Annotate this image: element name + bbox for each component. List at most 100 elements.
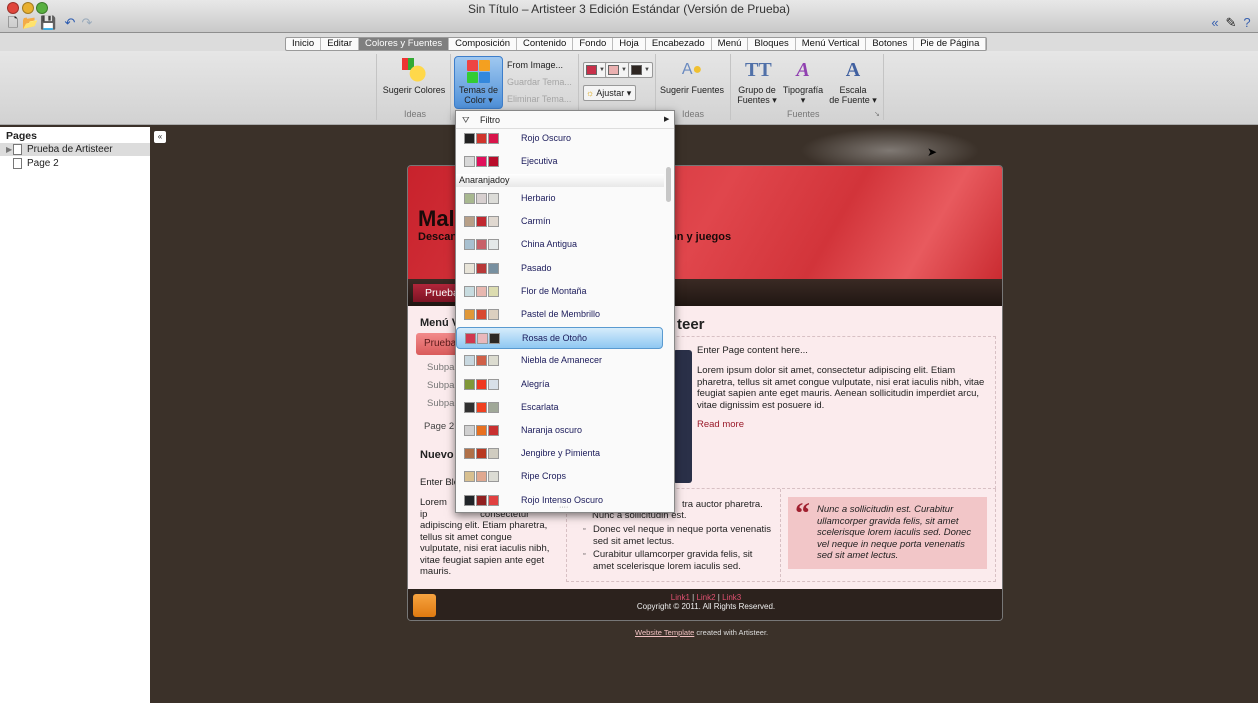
temas-de-color-button[interactable]: Temas de Color ▾ (454, 56, 503, 109)
group-label-ideas-2: Ideas (682, 109, 705, 119)
save-icon[interactable]: 💾 (40, 16, 56, 30)
theme-item[interactable]: Carmín (456, 211, 664, 233)
suggest-colors-icon (402, 58, 426, 82)
page-item-page-2[interactable]: Page 2 (0, 157, 150, 170)
tab-menú[interactable]: Menú (712, 38, 749, 50)
site-footer: Link1 | Link2 | Link3 Copyright © 2011. … (408, 589, 1002, 620)
scrollbar[interactable] (666, 167, 671, 202)
dialog-launcher-icon[interactable]: ↘ (874, 110, 880, 118)
theme-name: Escarlata (521, 401, 559, 412)
theme-item[interactable]: Niebla de Amanecer (456, 350, 664, 372)
collapse-ribbon-icon[interactable]: « (1208, 16, 1222, 30)
theme-name: Pastel de Membrillo (521, 309, 601, 319)
submenu-arrow-icon: ▶ (664, 116, 670, 123)
grupo-de-fuentes-button[interactable]: TT Grupo de Fuentes ▾ (735, 58, 779, 105)
theme-item[interactable]: Escarlata (456, 397, 664, 419)
sugerir-colores-button[interactable]: Sugerir Colores (381, 58, 447, 95)
swatch (488, 471, 499, 483)
collapse-panel-button[interactable]: « (154, 131, 166, 143)
theme-name: Rosas de Otoño (522, 333, 588, 344)
website-template-link[interactable]: Website Template (635, 628, 694, 637)
filter-icon: ⛛ (462, 115, 470, 125)
escala-de-fuente-button[interactable]: A Escala de Fuente ▾ (827, 58, 879, 105)
theme-name: Pasado (521, 262, 552, 273)
theme-item[interactable]: Rosas de Otoño (456, 327, 663, 350)
swatch (476, 239, 487, 251)
swatch (476, 156, 487, 167)
tab-pie-de-página[interactable]: Pie de Página (914, 38, 987, 50)
swatch (476, 309, 487, 320)
page-icon (13, 158, 22, 169)
ajustar-button[interactable]: ☼ Ajustar ▾ (583, 85, 636, 101)
swatch (464, 471, 475, 483)
tab-bloques[interactable]: Bloques (748, 38, 796, 50)
read-more-link[interactable]: Read more (697, 419, 744, 431)
swatch (476, 133, 487, 144)
undo-icon[interactable]: ↶ (63, 16, 77, 30)
theme-item[interactable]: Flor de Montaña (456, 281, 664, 303)
quote-icon: “ (795, 497, 810, 530)
page-icon (13, 144, 22, 155)
color-3-picker[interactable]: ▼ (628, 62, 653, 78)
swatch (488, 355, 499, 367)
pages-panel: Pages ▶ Prueba de Artisteer Page 2 (0, 127, 150, 703)
color-themes-dropdown: ⛛ Filtro ▶ Anaranjadoy ···· Rojo Oscuro E… (455, 110, 675, 513)
tab-fondo[interactable]: Fondo (573, 38, 614, 50)
tipografia-button[interactable]: A Tipografía ▾ (780, 58, 826, 105)
help-icon[interactable]: ? (1240, 16, 1254, 30)
page-item-prueba[interactable]: ▶ Prueba de Artisteer (0, 143, 150, 156)
footer-link-3[interactable]: Link3 (722, 593, 741, 602)
footer-link-1[interactable]: Link1 (671, 593, 690, 602)
swatch (488, 156, 499, 167)
color-2-picker[interactable]: ▼ (605, 62, 630, 78)
theme-item[interactable]: Rojo Intenso Oscuro (456, 490, 664, 512)
swatch (464, 285, 475, 297)
theme-item[interactable]: Alegría (456, 374, 664, 396)
swatch (488, 309, 499, 320)
theme-swatches (464, 425, 499, 436)
sugerir-fuentes-button[interactable]: A● Sugerir Fuentes (659, 58, 725, 95)
tab-colores-y-fuentes[interactable]: Colores y Fuentes (359, 38, 450, 50)
theme-item[interactable]: Jengibre y Pimienta (456, 443, 664, 465)
tab-composición[interactable]: Composición (449, 38, 518, 50)
tab-menú-vertical[interactable]: Menú Vertical (796, 38, 867, 50)
guardar-tema-button[interactable]: Guardar Tema... (507, 74, 572, 91)
filter-menu[interactable]: ⛛ Filtro ▶ (456, 111, 674, 129)
eliminar-tema-button[interactable]: Eliminar Tema... (507, 91, 571, 108)
theme-item[interactable]: Pasado (456, 258, 664, 280)
new-file-icon[interactable]: 🗋 (6, 16, 20, 30)
theme-swatches (464, 133, 499, 144)
swatch (464, 216, 475, 228)
sun-icon: ☼ (586, 88, 595, 98)
mouse-cursor-icon: ➤ (927, 145, 938, 159)
expand-arrow-icon[interactable]: ▶ (6, 143, 12, 156)
group-label-ideas: Ideas (404, 109, 427, 119)
swatch (464, 239, 475, 251)
theme-name: Rojo Oscuro (521, 133, 572, 143)
tab-encabezado[interactable]: Encabezado (646, 38, 712, 50)
theme-item[interactable]: Herbario (456, 188, 664, 210)
open-folder-icon[interactable]: 📂 (22, 16, 38, 30)
from-image-button[interactable]: From Image... (507, 57, 563, 74)
theme-item[interactable]: Naranja oscuro (456, 420, 664, 442)
tab-botones[interactable]: Botones (866, 38, 915, 50)
tab-contenido[interactable]: Contenido (517, 38, 574, 50)
tab-inicio[interactable]: Inicio (286, 38, 322, 50)
swatch (476, 378, 487, 390)
tab-editar[interactable]: Editar (321, 38, 360, 50)
swatch (464, 448, 475, 460)
typography-icon: A (796, 59, 810, 81)
swatch (464, 309, 475, 320)
tab-hoja[interactable]: Hoja (613, 38, 646, 50)
edit-icon[interactable]: ✎ (1224, 16, 1238, 30)
redo-icon[interactable]: ↷ (80, 16, 94, 30)
theme-item[interactable]: Ejecutiva (456, 151, 664, 173)
theme-item[interactable]: Pastel de Membrillo (456, 304, 664, 326)
theme-swatches (464, 216, 499, 228)
theme-item[interactable]: Ripe Crops (456, 466, 664, 488)
theme-item[interactable]: Rojo Oscuro (456, 128, 664, 150)
title-bar: Sin Título – Artisteer 3 Edición Estánda… (0, 0, 1258, 33)
color-themes-icon (467, 60, 490, 83)
footer-link-2[interactable]: Link2 (696, 593, 715, 602)
theme-item[interactable]: China Antigua (456, 234, 664, 256)
